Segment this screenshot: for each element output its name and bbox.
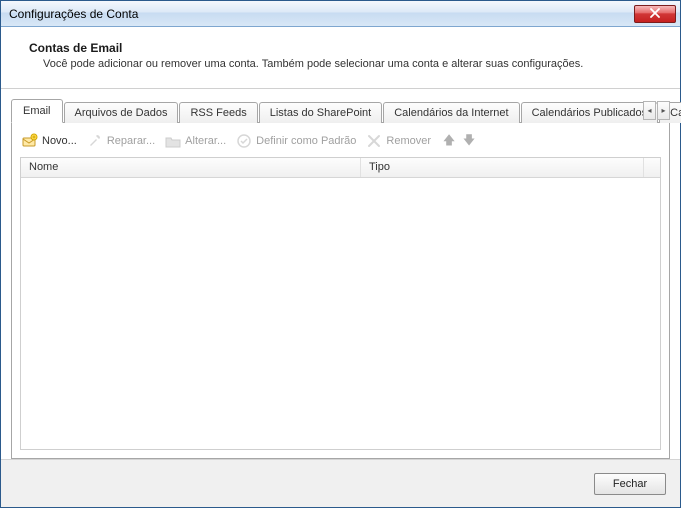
remove-label: Remover (386, 135, 431, 147)
header-description: Você pode adicionar ou remover uma conta… (29, 58, 660, 70)
folder-icon (165, 133, 181, 149)
tab-published-calendars[interactable]: Calendários Publicados (521, 102, 659, 123)
footer: Fechar (1, 459, 680, 507)
tab-strip: Email Arquivos de Dados RSS Feeds Listas… (11, 99, 670, 123)
change-button: Alterar... (165, 133, 226, 149)
tab-scroll-nav: ◂ ▸ (643, 101, 670, 120)
check-circle-icon (236, 133, 252, 149)
header-title: Contas de Email (29, 41, 660, 55)
move-arrows: 🡅 🡇 (441, 133, 477, 149)
tab-scroll-left-button[interactable]: ◂ (643, 101, 656, 120)
close-dialog-button[interactable]: Fechar (594, 473, 666, 495)
remove-icon (366, 133, 382, 149)
move-up-button: 🡅 (441, 133, 457, 149)
remove-button: Remover (366, 133, 431, 149)
arrow-up-icon: 🡅 (443, 131, 455, 152)
tab-scroll-right-button[interactable]: ▸ (657, 101, 670, 120)
move-down-button: 🡇 (461, 133, 477, 149)
set-default-label: Definir como Padrão (256, 135, 356, 147)
new-account-button[interactable]: Novo... (22, 133, 77, 149)
chevron-right-icon: ▸ (661, 106, 665, 115)
header-block: Contas de Email Você pode adicionar ou r… (1, 27, 680, 89)
close-button[interactable] (634, 5, 676, 23)
dialog-window: Configurações de Conta Contas de Email V… (0, 0, 681, 508)
change-label: Alterar... (185, 135, 226, 147)
close-icon (649, 7, 661, 21)
body-area: Email Arquivos de Dados RSS Feeds Listas… (1, 89, 680, 459)
account-list[interactable]: Nome Tipo (20, 157, 661, 450)
chevron-left-icon: ◂ (647, 106, 651, 115)
client-area: Contas de Email Você pode adicionar ou r… (1, 27, 680, 507)
set-default-button: Definir como Padrão (236, 133, 356, 149)
column-type[interactable]: Tipo (361, 158, 644, 177)
window-title: Configurações de Conta (9, 7, 634, 21)
new-mail-icon (22, 133, 38, 149)
new-account-label: Novo... (42, 135, 77, 147)
tab-panel-email: Novo... Reparar... Alterar... (11, 123, 670, 459)
tab-sharepoint-lists[interactable]: Listas do SharePoint (259, 102, 383, 123)
repair-button: Reparar... (87, 133, 155, 149)
tab-internet-calendars[interactable]: Calendários da Internet (383, 102, 519, 123)
arrow-down-icon: 🡇 (463, 131, 475, 152)
repair-icon (87, 133, 103, 149)
tab-rss-feeds[interactable]: RSS Feeds (179, 102, 257, 123)
tab-data-files[interactable]: Arquivos de Dados (64, 102, 179, 123)
list-header: Nome Tipo (21, 158, 660, 178)
list-body (21, 178, 660, 449)
title-bar: Configurações de Conta (1, 1, 680, 27)
tab-email[interactable]: Email (11, 99, 63, 123)
toolbar: Novo... Reparar... Alterar... (20, 131, 661, 157)
column-spacer (644, 158, 660, 177)
column-name[interactable]: Nome (21, 158, 361, 177)
repair-label: Reparar... (107, 135, 155, 147)
